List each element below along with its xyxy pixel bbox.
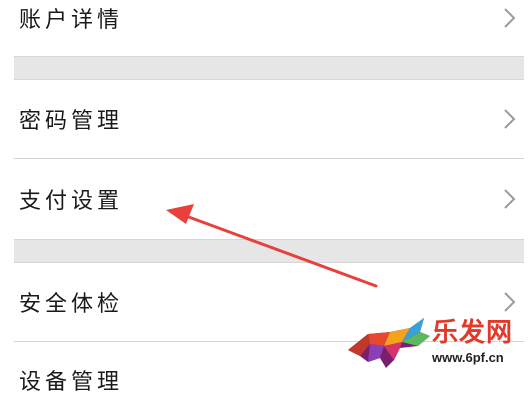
watermark-site-name: 乐发网 xyxy=(432,318,514,348)
watermark-url: www.6pf.cn xyxy=(432,350,504,365)
bull-logo-icon xyxy=(348,318,430,368)
